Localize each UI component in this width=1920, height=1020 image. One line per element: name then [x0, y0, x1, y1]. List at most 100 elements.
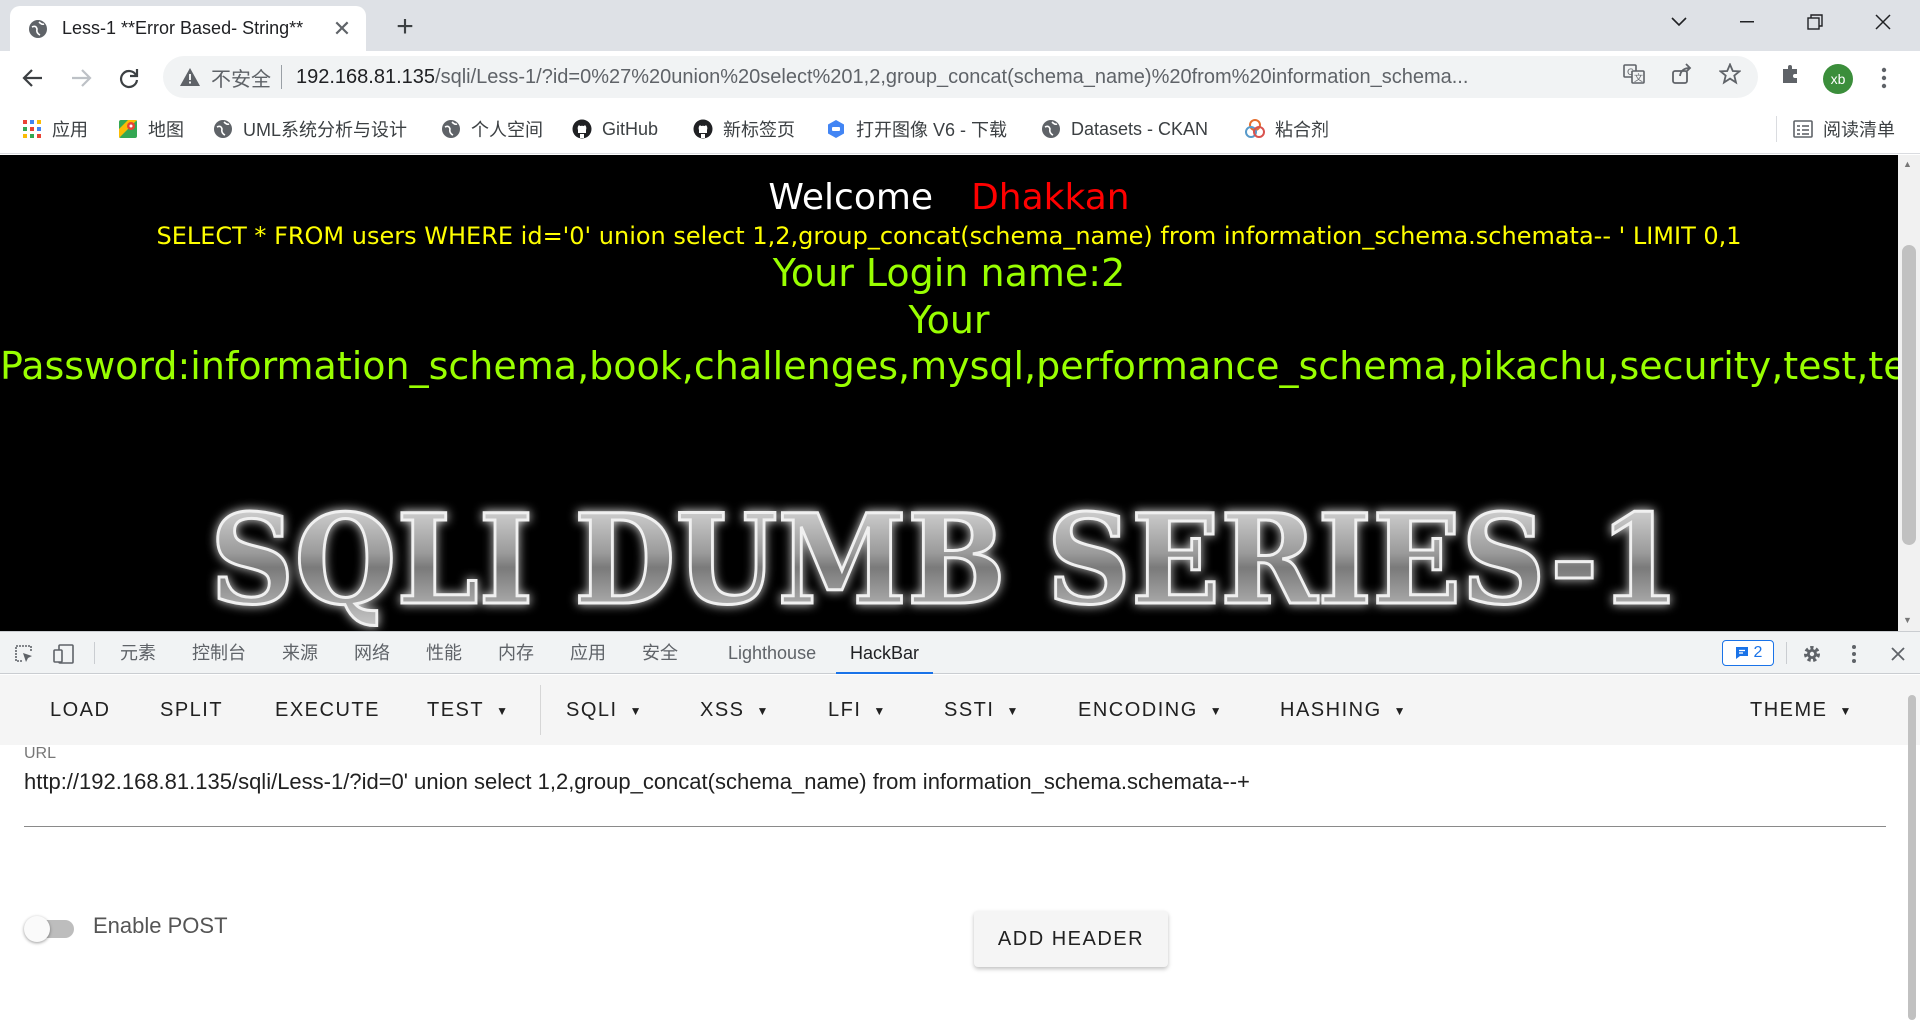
url-label: URL — [24, 745, 57, 762]
insecure-label[interactable]: 不安全 — [211, 63, 271, 92]
devtools-menu-icon[interactable] — [1842, 642, 1866, 666]
url-host: 192.168.81.135 — [296, 65, 436, 88]
warning-icon[interactable] — [179, 66, 201, 88]
tab-performance[interactable]: 性能 — [426, 632, 462, 674]
hackbar-scrollbar[interactable] — [1904, 675, 1920, 1020]
test-menu-label: TEST — [427, 699, 485, 721]
page-viewport: Welcome Dhakkan SELECT * FROM users WHERE… — [0, 155, 1898, 631]
back-icon[interactable] — [16, 61, 50, 95]
bookmark-datasets-ckan[interactable]: Datasets - CKAN — [1041, 116, 1208, 142]
encoding-menu-label: ENCODING — [1078, 699, 1198, 721]
bookmark-label: 个人空间 — [471, 120, 543, 140]
tab-application[interactable]: 应用 — [570, 632, 606, 674]
issues-icon — [1735, 647, 1748, 659]
devtools-tabbar: 元素 控制台 来源 网络 性能 内存 应用 安全 Lighthouse Hack… — [0, 631, 1920, 674]
ssti-menu[interactable]: SSTI ▼ — [944, 675, 1020, 745]
minimize-icon[interactable] — [1713, 0, 1781, 44]
translate-icon[interactable]: G文 — [1622, 62, 1646, 86]
profile-avatar[interactable]: xb — [1823, 64, 1853, 94]
bookmark-apps[interactable]: 应用 — [22, 116, 88, 142]
reload-icon[interactable] — [112, 61, 146, 95]
devtools-close-icon[interactable] — [1886, 642, 1910, 666]
address-bar[interactable]: 不安全 192.168.81.135/sqli/Less-1/?id=0%27%… — [163, 56, 1758, 98]
caret-down-icon: ▼ — [873, 703, 887, 718]
bookmark-label: 打开图像 V6 - 下载 — [856, 120, 1008, 140]
xss-menu-label: XSS — [700, 699, 745, 721]
address-url[interactable]: 192.168.81.135/sqli/Less-1/?id=0%27%20un… — [296, 66, 1606, 89]
issues-badge[interactable]: 2 — [1722, 640, 1774, 666]
binder-icon — [1245, 119, 1265, 139]
hashing-menu[interactable]: HASHING ▼ — [1280, 675, 1407, 745]
settings-gear-icon[interactable] — [1800, 642, 1824, 666]
bookmarks-bar: 应用 地图 UML系统分析与设计 个人空间 GitHub 新标签页 打开图像 V… — [0, 104, 1920, 154]
sqli-dumb-series-logo: SQLI DUMB SERIES-1 — [209, 487, 1682, 632]
bookmark-maps[interactable]: 地图 — [118, 116, 184, 142]
caret-down-icon: ▼ — [629, 703, 643, 718]
inspect-element-icon[interactable] — [12, 642, 36, 666]
svg-text:文: 文 — [1634, 72, 1643, 83]
forward-icon[interactable] — [64, 61, 98, 95]
split-button[interactable]: SPLIT — [160, 675, 223, 745]
bookmark-github[interactable]: GitHub — [572, 116, 658, 142]
sqli-menu-label: SQLI — [566, 699, 618, 721]
tab-network[interactable]: 网络 — [354, 632, 390, 674]
ssti-menu-label: SSTI — [944, 699, 995, 721]
lfi-menu[interactable]: LFI ▼ — [828, 675, 887, 745]
tab-sources[interactable]: 来源 — [282, 632, 318, 674]
tab-hackbar[interactable]: HackBar — [836, 632, 934, 674]
encoding-menu[interactable]: ENCODING ▼ — [1078, 675, 1223, 745]
login-name-text: Your Login name:2 — [772, 251, 1126, 295]
restore-icon[interactable] — [1781, 0, 1849, 44]
bookmark-binder[interactable]: 粘合剂 — [1245, 116, 1329, 142]
add-header-button[interactable]: ADD HEADER — [974, 911, 1168, 967]
test-menu[interactable]: TEST ▼ — [427, 675, 510, 745]
page-scrollbar[interactable]: ▲ ▼ — [1898, 155, 1920, 631]
page-scrollbar-thumb[interactable] — [1902, 245, 1916, 545]
hackbar-scrollbar-thumb[interactable] — [1908, 695, 1916, 1020]
reading-list[interactable]: 阅读清单 — [1776, 116, 1895, 142]
xss-menu[interactable]: XSS ▼ — [700, 675, 770, 745]
theme-menu[interactable]: THEME ▼ — [1750, 675, 1853, 745]
sqli-menu[interactable]: SQLI ▼ — [566, 675, 643, 745]
tab-title: Less-1 **Error Based- String** — [62, 18, 304, 38]
close-tab-icon[interactable]: ✕ — [330, 16, 354, 41]
github-icon — [693, 119, 713, 139]
hackbar-body: URL http://192.168.81.135/sqli/Less-1/?i… — [0, 745, 1920, 1020]
share-icon[interactable] — [1670, 62, 1694, 86]
caret-down-icon: ▼ — [1006, 703, 1020, 718]
bookmark-label: Datasets - CKAN — [1071, 118, 1209, 139]
globe-icon — [441, 119, 461, 139]
browser-menu-icon[interactable] — [1872, 63, 1896, 93]
bookmark-uml[interactable]: UML系统分析与设计 — [213, 116, 407, 142]
device-toggle-icon[interactable] — [52, 642, 76, 666]
new-tab-button[interactable]: + — [388, 10, 422, 44]
menu-divider — [540, 685, 541, 735]
browser-tab[interactable]: Less-1 **Error Based- String** ✕ — [10, 6, 366, 51]
execute-button[interactable]: EXECUTE — [275, 675, 380, 745]
welcome-text: Welcome — [768, 177, 934, 218]
window-close-icon[interactable] — [1849, 0, 1917, 44]
password-label-text: Your — [908, 298, 990, 342]
tab-memory[interactable]: 内存 — [498, 632, 534, 674]
bookmark-personal-space[interactable]: 个人空间 — [441, 116, 543, 142]
load-button[interactable]: LOAD — [50, 675, 110, 745]
tab-strip: Less-1 **Error Based- String** ✕ + — [0, 0, 1920, 51]
toggle-knob — [24, 916, 50, 942]
enable-post-toggle[interactable] — [24, 916, 80, 942]
caret-down-icon: ▼ — [496, 703, 510, 718]
bookmark-open-images[interactable]: 打开图像 V6 - 下载 — [826, 116, 1007, 142]
bookmark-new-tab-page[interactable]: 新标签页 — [693, 116, 795, 142]
tab-lighthouse[interactable]: Lighthouse — [728, 632, 816, 674]
tab-elements[interactable]: 元素 — [120, 632, 156, 674]
bookmark-label: 地图 — [148, 120, 184, 140]
tab-security[interactable]: 安全 — [642, 632, 678, 674]
extensions-icon[interactable] — [1778, 62, 1802, 86]
bookmark-star-icon[interactable] — [1718, 62, 1742, 86]
globe-icon — [28, 19, 48, 39]
bookmark-label: 粘合剂 — [1275, 120, 1329, 140]
theme-menu-label: THEME — [1750, 699, 1828, 721]
url-input[interactable]: http://192.168.81.135/sqli/Less-1/?id=0'… — [24, 769, 1886, 827]
tab-search-icon[interactable] — [1645, 0, 1713, 44]
tab-console[interactable]: 控制台 — [192, 632, 246, 674]
caret-down-icon: ▼ — [756, 703, 770, 718]
